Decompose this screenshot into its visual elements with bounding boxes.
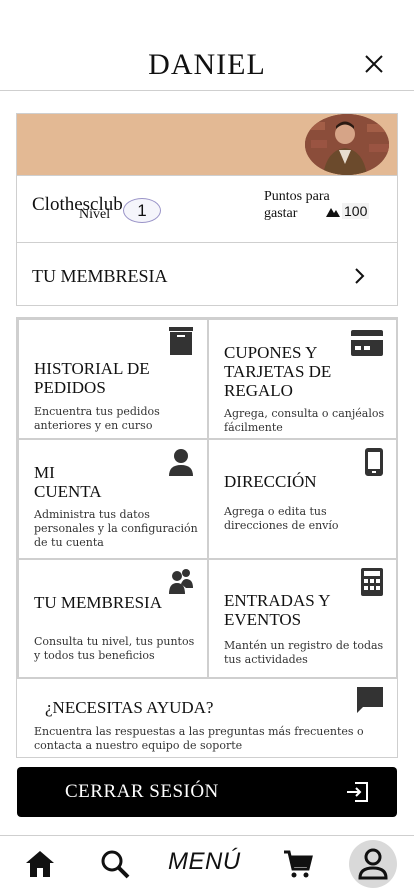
points-icon bbox=[326, 208, 340, 217]
logout-button[interactable]: CERRAR SESIÓN bbox=[17, 767, 397, 817]
cart-icon bbox=[284, 850, 313, 878]
box-icon bbox=[169, 327, 193, 355]
membership-link[interactable]: TU MEMBRESIA bbox=[17, 243, 397, 305]
close-icon[interactable] bbox=[362, 52, 386, 76]
help-description: Encuentra las respuestas a las preguntas… bbox=[34, 725, 364, 752]
brand-row: Clothesclub Nivel 1 Puntos para gastar 1… bbox=[17, 175, 397, 243]
tile-title: DIRECCIÓN bbox=[224, 472, 317, 491]
tile-coupons[interactable]: CUPONES Y TARJETAS DE REGALO Agrega, con… bbox=[208, 319, 398, 439]
level-label: Nivel bbox=[79, 207, 111, 222]
tab-account[interactable] bbox=[349, 840, 397, 888]
tile-title: MI CUENTA bbox=[34, 463, 102, 501]
points-label: Puntos para gastar bbox=[264, 189, 330, 221]
help-card[interactable]: ¿NECESITAS AYUDA? Encuentra las respuest… bbox=[16, 677, 398, 758]
tile-title: ENTRADAS Y EVENTOS bbox=[224, 591, 330, 629]
tile-my-account[interactable]: MI CUENTA Administra tus datos personale… bbox=[18, 439, 208, 559]
calculator-icon bbox=[361, 568, 383, 596]
tile-title: CUPONES Y TARJETAS DE REGALO bbox=[224, 343, 332, 400]
chat-icon bbox=[357, 687, 383, 713]
tile-membership[interactable]: TU MEMBRESIA Consulta tu nivel, tus punt… bbox=[18, 559, 208, 679]
account-icon bbox=[358, 848, 388, 880]
tile-description: Consulta tu nivel, tus puntos y todos tu… bbox=[34, 635, 195, 662]
level-badge: 1 bbox=[123, 198, 161, 223]
header: DANIEL bbox=[0, 0, 414, 91]
tile-address[interactable]: DIRECCIÓN Agrega o edita tus direcciones… bbox=[208, 439, 398, 559]
account-grid: HISTORIAL DE PEDIDOS Encuentra tus pedid… bbox=[16, 317, 398, 679]
avatar bbox=[305, 114, 389, 175]
chevron-right-icon bbox=[355, 268, 365, 284]
tab-menu[interactable]: MENÚ bbox=[168, 848, 241, 876]
points-value: 100 bbox=[342, 203, 370, 219]
people-icon bbox=[169, 569, 193, 594]
membership-label: TU MEMBRESIA bbox=[32, 266, 168, 286]
tile-order-history[interactable]: HISTORIAL DE PEDIDOS Encuentra tus pedid… bbox=[18, 319, 208, 439]
logout-label: CERRAR SESIÓN bbox=[65, 781, 219, 802]
person-icon bbox=[169, 449, 193, 476]
tile-events[interactable]: ENTRADAS Y EVENTOS Mantén un registro de… bbox=[208, 559, 398, 679]
logout-icon bbox=[347, 782, 368, 802]
tab-cart[interactable] bbox=[276, 842, 320, 886]
home-icon bbox=[26, 851, 54, 877]
page-title: DANIEL bbox=[148, 48, 266, 81]
card-icon bbox=[351, 330, 383, 356]
phone-icon bbox=[365, 448, 383, 476]
tile-title: HISTORIAL DE PEDIDOS bbox=[34, 359, 150, 397]
tab-bar: MENÚ bbox=[0, 835, 414, 896]
search-icon bbox=[101, 850, 130, 879]
tile-description: Mantén un registro de todas tus activida… bbox=[224, 639, 384, 666]
profile-card: Clothesclub Nivel 1 Puntos para gastar 1… bbox=[16, 113, 398, 306]
tile-description: Agrega o edita tus direcciones de envío bbox=[224, 505, 339, 532]
tile-description: Agrega, consulta o canjéalos fácilmente bbox=[224, 407, 385, 434]
tile-description: Encuentra tus pedidos anteriores y en cu… bbox=[34, 405, 160, 432]
help-title: ¿NECESITAS AYUDA? bbox=[45, 698, 214, 717]
profile-banner bbox=[17, 114, 397, 175]
tab-search[interactable] bbox=[93, 842, 137, 886]
tile-description: Administra tus datos personales y la con… bbox=[34, 508, 198, 549]
tab-home[interactable] bbox=[18, 842, 62, 886]
